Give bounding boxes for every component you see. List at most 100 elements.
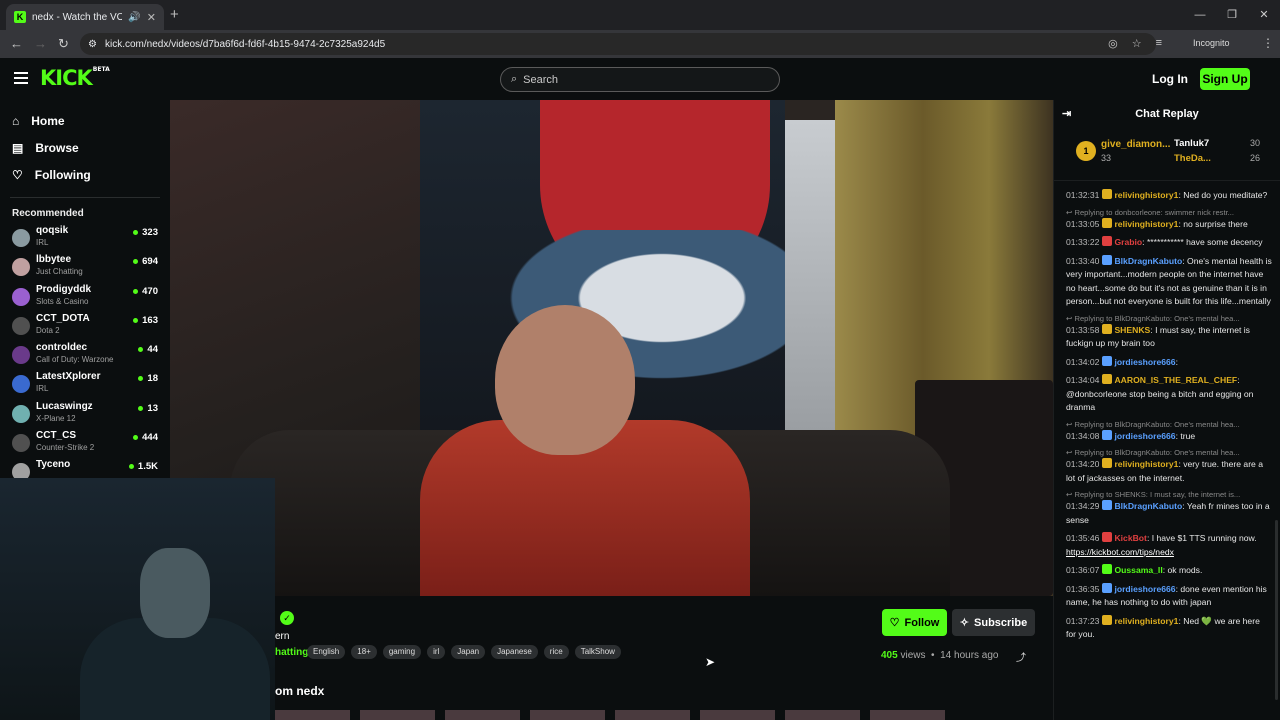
reload-icon[interactable]: ↻ <box>58 36 69 52</box>
tag-pill[interactable]: English <box>307 645 346 659</box>
message-time: 01:33:05 <box>1066 218 1100 229</box>
video-thumbnails <box>275 710 945 720</box>
message-text: true <box>1180 430 1196 441</box>
recommended-channel[interactable]: lbbytee Just Chatting 694 <box>0 254 170 283</box>
gifter-name[interactable]: give_diamon... <box>1101 139 1170 150</box>
sidebar-item-following[interactable]: ♡ Following <box>0 161 170 188</box>
video-thumbnail[interactable] <box>530 710 605 720</box>
message-time: 01:34:08 <box>1066 430 1100 441</box>
video-thumbnail[interactable] <box>445 710 520 720</box>
category-fragment[interactable]: hatting <box>275 647 308 658</box>
login-button[interactable]: Log In <box>1152 72 1188 86</box>
user-badge-icon <box>1102 500 1113 510</box>
recommended-channel[interactable]: qoqsik IRL 323 <box>0 225 170 254</box>
chat-username[interactable]: jordieshore666 <box>1114 584 1175 594</box>
follow-button[interactable]: ♡ Follow <box>882 609 947 636</box>
restore-icon[interactable]: ❐ <box>1216 0 1248 30</box>
chat-username[interactable]: KickBot <box>1114 533 1146 543</box>
chat-message: 01:36:35 jordieshore666: done even mentio… <box>1066 582 1267 607</box>
channel-name-fragment[interactable]: ern <box>275 631 289 642</box>
sidebar-item-home[interactable]: ⌂ Home <box>0 107 170 134</box>
collapse-chat-icon[interactable]: ⇥ <box>1062 107 1071 120</box>
signup-button[interactable]: Sign Up <box>1200 68 1250 90</box>
browser-tab-strip: K nedx - Watch the VOD on 🔊 ✕ + — ❐ ✕ <box>0 0 1280 30</box>
search-input[interactable]: ⌕ Search <box>500 67 780 92</box>
bookmark-star-icon[interactable]: ☆ <box>1132 37 1142 50</box>
chat-username[interactable]: jordieshore666 <box>1114 357 1175 367</box>
tag-pill[interactable]: Japanese <box>491 645 538 659</box>
new-tab-icon[interactable]: + <box>170 6 179 23</box>
viewer-count: 44 <box>138 344 158 355</box>
chat-username[interactable]: BlkDragnKabuto <box>1114 501 1182 511</box>
chat-scrollbar[interactable] <box>1275 520 1278 700</box>
chat-message: 01:34:29 BlkDragnKabuto: Yeah fr mines to… <box>1066 500 1270 525</box>
chat-username[interactable]: relivinghistory1 <box>1114 459 1178 469</box>
chat-username[interactable]: Oussama_II <box>1114 565 1162 575</box>
incognito-badge[interactable]: Incognito <box>1193 38 1230 48</box>
recommended-channel[interactable]: Tyceno 1.5K <box>0 459 170 478</box>
avatar <box>12 316 30 335</box>
back-icon[interactable]: ← <box>10 36 23 51</box>
browser-menu-icon[interactable]: ⋮ <box>1262 36 1274 50</box>
video-thumbnail[interactable] <box>700 710 775 720</box>
channel-category: Counter-Strike 2 <box>36 443 95 453</box>
speaker-icon[interactable]: 🔊 <box>128 12 140 23</box>
recommended-channel[interactable]: CCT_CS Counter-Strike 2 444 <box>0 430 170 459</box>
share-icon[interactable]: ⤴ <box>1016 649 1026 664</box>
site-info-icon[interactable]: ⚙ <box>88 39 97 50</box>
message-link[interactable]: https://kickbot.com/tips/nedx <box>1066 547 1174 557</box>
chat-username[interactable]: Grabio <box>1114 237 1142 247</box>
search-icon: ⌕ <box>511 73 518 85</box>
browser-tab[interactable]: K nedx - Watch the VOD on 🔊 ✕ <box>6 4 164 30</box>
chat-username[interactable]: relivinghistory1 <box>1114 616 1178 626</box>
tag-pill[interactable]: irl <box>427 645 446 659</box>
verified-badge-icon: ✓ <box>280 611 294 625</box>
close-tab-icon[interactable]: ✕ <box>147 11 156 24</box>
tag-pill[interactable]: gaming <box>382 645 422 659</box>
tag-pill[interactable]: 18+ <box>351 645 377 659</box>
chat-username[interactable]: SHENKS <box>1114 325 1150 335</box>
chat-username[interactable]: BlkDragnKabuto <box>1114 256 1182 266</box>
subscribe-button[interactable]: ✧ Subscribe <box>952 609 1035 636</box>
message-text: Ned do you meditate? <box>1183 190 1268 200</box>
menu-icon[interactable] <box>14 72 28 84</box>
kick-favicon-icon: K <box>14 11 26 23</box>
video-thumbnail[interactable] <box>870 710 945 720</box>
tag-pill[interactable]: rice <box>543 645 569 659</box>
gifter-name[interactable]: Tanluk7 <box>1174 138 1209 149</box>
recommended-list: qoqsik IRL 323 lbbytee Just Chatting 694 Prodi… <box>0 225 170 478</box>
chat-message: 01:33:40 BlkDragnKabuto: One's mental hea… <box>1066 254 1272 306</box>
recommended-channel[interactable]: controldec Call of Duty: Warzone 44 <box>0 342 170 371</box>
forward-icon[interactable]: → <box>34 36 47 51</box>
search-placeholder: Search <box>523 73 559 86</box>
chat-username[interactable]: relivinghistory1 <box>1114 219 1178 229</box>
video-player[interactable] <box>170 100 1053 596</box>
chat-username[interactable]: jordieshore666 <box>1114 431 1175 441</box>
minimize-icon[interactable]: — <box>1184 0 1216 30</box>
video-thumbnail[interactable] <box>275 710 350 720</box>
chat-message: 01:34:08 jordieshore666: true <box>1066 429 1196 441</box>
viewer-count: 13 <box>138 403 158 414</box>
sidebar-item-browse[interactable]: ▤ Browse <box>0 134 170 161</box>
gifter-name[interactable]: TheDa... <box>1174 153 1211 164</box>
kick-logo[interactable]: KICKBETA <box>40 66 110 90</box>
video-thumbnail[interactable] <box>615 710 690 720</box>
recommended-channel[interactable]: Prodigyddk Slots & Casino 470 <box>0 284 170 313</box>
heart-icon: ♡ <box>889 617 900 629</box>
chat-username[interactable]: relivinghistory1 <box>1114 190 1178 200</box>
media-icon[interactable]: ≡ <box>1156 37 1162 50</box>
tag-pill[interactable]: Japan <box>451 645 486 659</box>
user-badge-icon <box>1102 323 1113 334</box>
message-time: 01:36:35 <box>1066 583 1100 594</box>
video-thumbnail[interactable] <box>360 710 435 720</box>
recommended-channel[interactable]: LatestXplorer IRL 18 <box>0 371 170 400</box>
video-thumbnail[interactable] <box>785 710 860 720</box>
eye-off-icon[interactable]: ◎ <box>1108 37 1118 50</box>
recommended-channel[interactable]: CCT_DOTA Dota 2 163 <box>0 313 170 342</box>
tag-pill[interactable]: TalkShow <box>574 645 621 659</box>
close-window-icon[interactable]: ✕ <box>1248 0 1280 30</box>
url-field[interactable]: ⚙ kick.com/nedx/videos/d7ba6f6d-fd6f-4b1… <box>80 33 1156 55</box>
recommended-channel[interactable]: Lucaswingz X-Plane 12 13 <box>0 401 170 430</box>
chat-username[interactable]: AARON_IS_THE_REAL_CHEF <box>1114 375 1237 385</box>
message-time: 01:33:22 <box>1066 237 1100 247</box>
